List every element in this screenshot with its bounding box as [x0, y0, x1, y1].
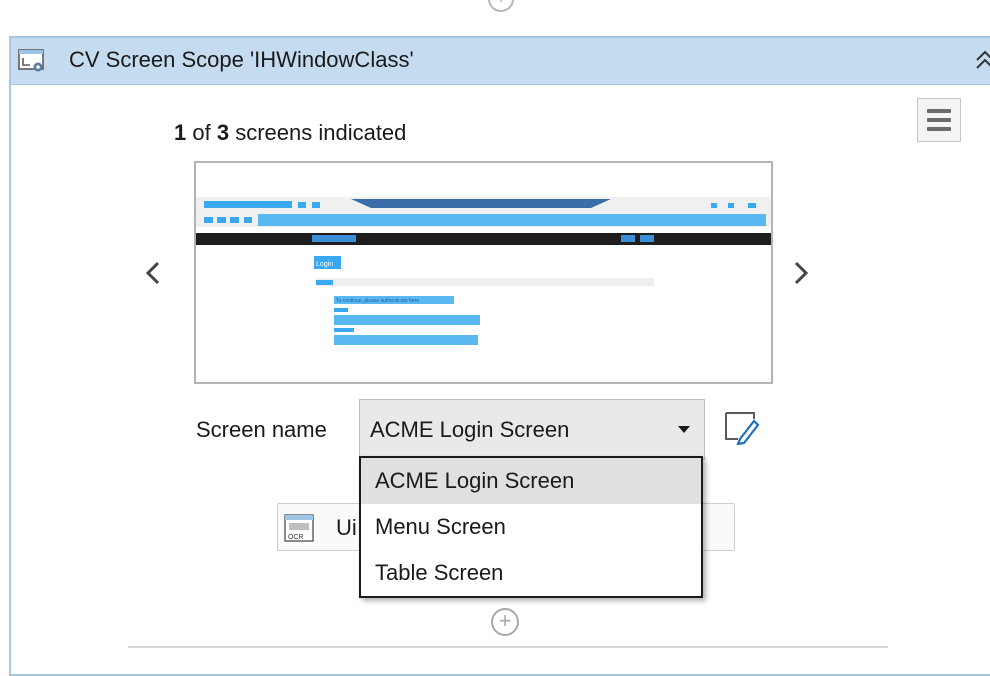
ocr-icon: OCR: [284, 514, 314, 542]
of-text: of: [186, 120, 217, 145]
scope-title: CV Screen Scope 'IHWindowClass': [69, 47, 414, 72]
dropdown-option-acme-login-screen[interactable]: ACME Login Screen: [361, 458, 701, 504]
ocr-icon-label: OCR: [288, 534, 304, 541]
edit-screen-name-icon[interactable]: [720, 405, 762, 446]
screen-preview: Login To continue, please authenticate h…: [194, 161, 773, 384]
screen-thumbnail: Login To continue, please authenticate h…: [196, 163, 771, 382]
dropdown-caret-icon: [678, 426, 690, 433]
screen-scope-icon: [18, 49, 44, 72]
dropdown-option-menu-screen[interactable]: Menu Screen: [361, 504, 701, 550]
screen-name-select[interactable]: ACME Login Screen: [359, 399, 705, 460]
current-screen-number: 1: [174, 120, 187, 145]
menu-icon-bar: [927, 127, 951, 131]
preview-message: To continue, please authenticate here: [336, 298, 419, 304]
menu-button[interactable]: [917, 98, 961, 142]
screens-indicated-text: 1 of 3 screens indicated: [174, 120, 406, 146]
add-activity-button[interactable]: +: [491, 608, 519, 636]
previous-screen-icon[interactable]: [140, 255, 168, 291]
screens-indicated-suffix: screens indicated: [229, 120, 407, 145]
total-screens-number: 3: [216, 120, 230, 145]
menu-icon-bar: [927, 118, 951, 122]
ocr-engine-text: Ui: [336, 515, 357, 540]
bottom-divider: [128, 646, 888, 648]
collapse-icon[interactable]: [973, 43, 990, 77]
add-activity-top-button[interactable]: +: [488, 0, 514, 12]
screen-name-value: ACME Login Screen: [370, 417, 570, 442]
preview-login-label: Login: [316, 261, 333, 268]
menu-icon-bar: [927, 109, 951, 113]
next-screen-icon[interactable]: [786, 255, 814, 291]
screen-name-dropdown-list: ACME Login Screen Menu Screen Table Scre…: [359, 456, 703, 598]
scope-header[interactable]: CV Screen Scope 'IHWindowClass': [11, 38, 990, 85]
dropdown-option-table-screen[interactable]: Table Screen: [361, 550, 701, 596]
screen-name-label: Screen name: [196, 417, 327, 442]
